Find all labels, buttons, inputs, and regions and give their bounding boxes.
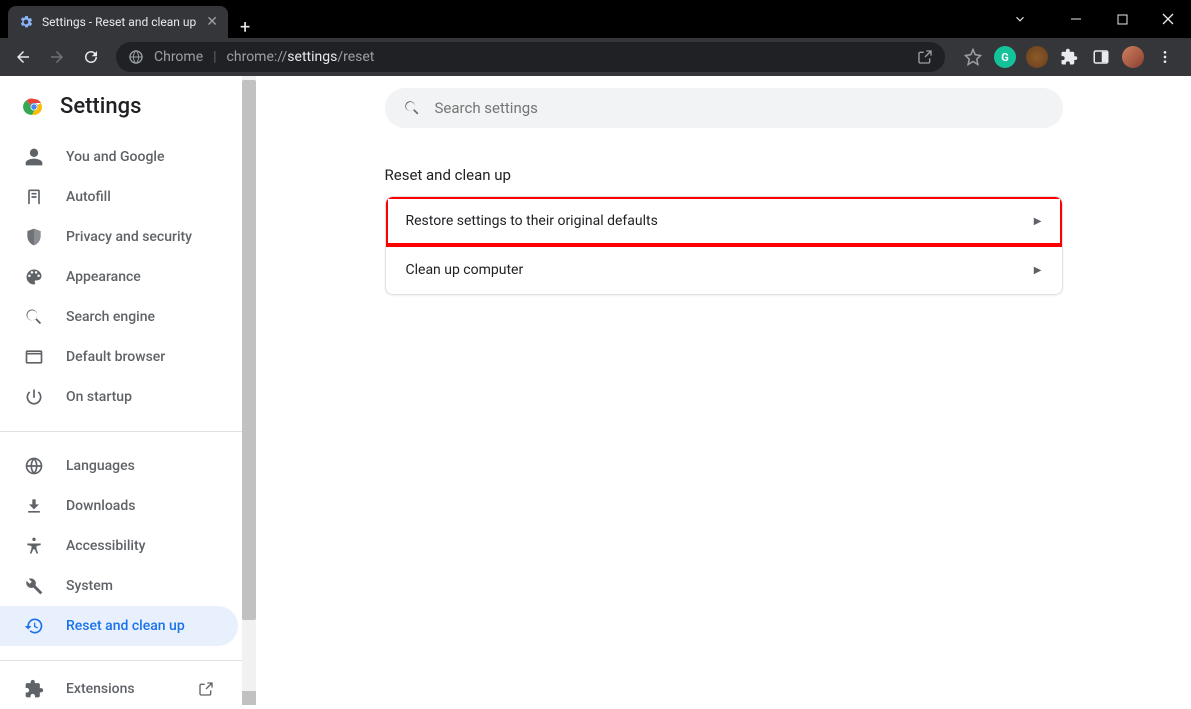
sidebar-item-accessibility[interactable]: Accessibility xyxy=(0,526,238,566)
wrench-icon xyxy=(24,576,44,596)
sidebar-item-label: Privacy and security xyxy=(66,229,192,245)
sidebar-item-default-browser[interactable]: Default browser xyxy=(0,337,238,377)
chevron-right-icon: ▶ xyxy=(1034,265,1042,276)
tab-title: Settings - Reset and clean up xyxy=(42,15,198,29)
sidebar-item-label: Appearance xyxy=(66,269,141,285)
search-input[interactable] xyxy=(435,99,1045,117)
browser-menu-icon[interactable] xyxy=(1153,45,1177,69)
window-maximize-button[interactable] xyxy=(1099,0,1145,38)
search-icon xyxy=(403,99,421,117)
download-icon xyxy=(24,496,44,516)
settings-title: Settings xyxy=(60,94,141,119)
accessibility-icon xyxy=(24,536,44,556)
extensions-puzzle-icon[interactable] xyxy=(1057,45,1081,69)
share-icon[interactable] xyxy=(917,49,933,65)
sidebar-item-label: Languages xyxy=(66,458,135,474)
extension-cookie-icon[interactable] xyxy=(1025,45,1049,69)
row-label: Restore settings to their original defau… xyxy=(406,213,658,229)
person-icon xyxy=(24,147,44,167)
sidebar-item-label: Extensions xyxy=(66,681,135,697)
gear-icon xyxy=(18,14,34,30)
sidebar-item-downloads[interactable]: Downloads xyxy=(0,486,238,526)
settings-row-clean-up-computer[interactable]: Clean up computer ▶ xyxy=(386,245,1062,294)
new-tab-button[interactable]: + xyxy=(228,17,262,38)
search-icon xyxy=(24,307,44,327)
extension-grammarly-icon[interactable]: G xyxy=(993,45,1017,69)
settings-sidebar: Settings You and Google Autofill Privacy a… xyxy=(0,76,256,705)
sidebar-scrollbar[interactable] xyxy=(242,76,256,705)
row-label: Clean up computer xyxy=(406,262,524,278)
window-close-button[interactable] xyxy=(1145,0,1191,38)
browser-toolbar: Chrome | chrome://settings/reset G xyxy=(0,38,1191,76)
bookmark-star-icon[interactable] xyxy=(961,45,985,69)
autofill-icon xyxy=(24,187,44,207)
scrollbar-arrow-down[interactable] xyxy=(242,691,256,705)
sidebar-item-autofill[interactable]: Autofill xyxy=(0,177,238,217)
scrollbar-thumb[interactable] xyxy=(242,80,256,620)
external-link-icon xyxy=(198,681,214,697)
browser-tabs: Settings - Reset and clean up ✕ + xyxy=(0,0,262,38)
toolbar-actions: G xyxy=(955,45,1183,69)
settings-search[interactable] xyxy=(385,88,1063,128)
sidebar-divider xyxy=(0,660,256,661)
sidebar-item-you-and-google[interactable]: You and Google xyxy=(0,137,238,177)
sidebar-item-label: Default browser xyxy=(66,349,165,365)
close-tab-icon[interactable]: ✕ xyxy=(206,14,218,30)
back-button[interactable] xyxy=(8,42,38,72)
sidebar-item-label: Accessibility xyxy=(66,538,145,554)
settings-row-restore-settings-to-their-original-defaults[interactable]: Restore settings to their original defau… xyxy=(386,197,1062,245)
restore-icon xyxy=(24,616,44,636)
sidebar-item-label: Autofill xyxy=(66,189,111,205)
forward-button[interactable] xyxy=(42,42,72,72)
browser-icon xyxy=(24,347,44,367)
sidebar-item-label: Reset and clean up xyxy=(66,618,185,634)
tab-search-icon[interactable] xyxy=(997,0,1043,38)
omnibox-separator: | xyxy=(213,49,216,65)
chrome-logo-icon xyxy=(22,95,46,119)
omnibox-url: chrome://settings/reset xyxy=(227,49,375,65)
address-bar[interactable]: Chrome | chrome://settings/reset xyxy=(116,42,945,72)
sidebar-item-extensions[interactable]: Extensions xyxy=(0,669,238,709)
sidebar-item-label: Downloads xyxy=(66,498,135,514)
sidebar-item-search-engine[interactable]: Search engine xyxy=(0,297,238,337)
sidebar-item-languages[interactable]: Languages xyxy=(0,446,238,486)
omnibox-chrome-label: Chrome xyxy=(154,49,203,65)
shield-icon xyxy=(24,227,44,247)
power-icon xyxy=(24,387,44,407)
sidebar-item-label: On startup xyxy=(66,389,132,405)
sidebar-divider xyxy=(0,431,256,432)
settings-main: Reset and clean up Restore settings to t… xyxy=(256,76,1191,705)
window-controls xyxy=(997,0,1191,38)
profile-avatar[interactable] xyxy=(1121,45,1145,69)
sidebar-item-on-startup[interactable]: On startup xyxy=(0,377,238,417)
window-titlebar: Settings - Reset and clean up ✕ + xyxy=(0,0,1191,38)
sidebar-item-label: Search engine xyxy=(66,309,155,325)
sidebar-item-privacy-and-security[interactable]: Privacy and security xyxy=(0,217,238,257)
settings-card: Restore settings to their original defau… xyxy=(385,196,1063,295)
palette-icon xyxy=(24,267,44,287)
puzzle-icon xyxy=(24,679,44,699)
sidebar-item-appearance[interactable]: Appearance xyxy=(0,257,238,297)
globe-icon xyxy=(24,456,44,476)
reload-button[interactable] xyxy=(76,42,106,72)
sidebar-item-label: You and Google xyxy=(66,149,164,165)
sidebar-item-reset-and-clean-up[interactable]: Reset and clean up xyxy=(0,606,238,646)
window-minimize-button[interactable] xyxy=(1053,0,1099,38)
site-info-icon[interactable] xyxy=(128,49,144,65)
browser-tab-active[interactable]: Settings - Reset and clean up ✕ xyxy=(8,6,228,38)
chevron-right-icon: ▶ xyxy=(1034,216,1042,227)
section-title: Reset and clean up xyxy=(385,166,1063,184)
sidebar-item-label: System xyxy=(66,578,113,594)
side-panel-icon[interactable] xyxy=(1089,45,1113,69)
page-content: Settings You and Google Autofill Privacy a… xyxy=(0,76,1191,705)
settings-brand: Settings xyxy=(0,76,256,131)
sidebar-item-system[interactable]: System xyxy=(0,566,238,606)
